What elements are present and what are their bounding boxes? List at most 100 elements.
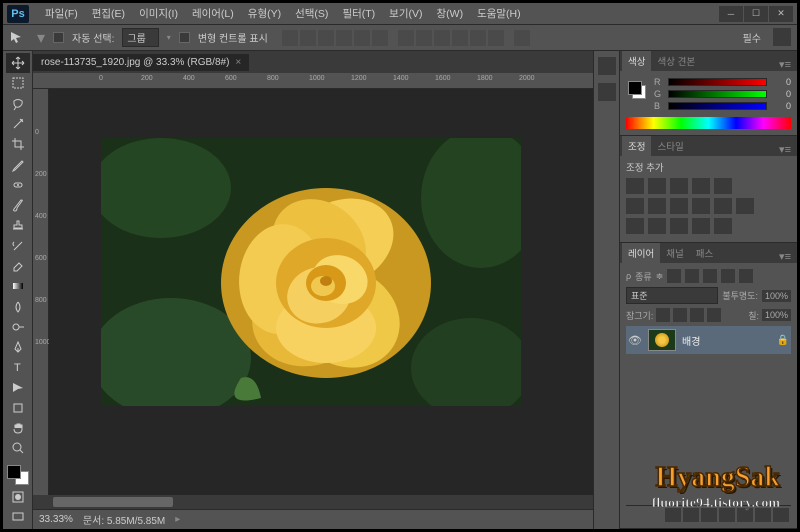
distribute-icon[interactable]	[398, 30, 414, 46]
hue-strip[interactable]	[626, 117, 791, 129]
autoselect-dropdown[interactable]: 그룹	[122, 28, 158, 47]
layers-tab[interactable]: 레이어	[622, 243, 660, 263]
filter-adj-icon[interactable]	[685, 269, 699, 283]
layer-row[interactable]: 👁 배경 🔒	[626, 326, 791, 354]
vibrance-icon[interactable]	[714, 178, 732, 194]
posterize-icon[interactable]	[648, 218, 666, 234]
menu-file[interactable]: 파일(F)	[39, 4, 84, 23]
new-layer-icon[interactable]	[755, 508, 771, 522]
invert-icon[interactable]	[626, 218, 644, 234]
green-slider[interactable]	[668, 90, 767, 98]
menu-window[interactable]: 창(W)	[431, 4, 470, 23]
close-tab-icon[interactable]: ×	[235, 57, 241, 68]
dodge-tool[interactable]	[6, 317, 30, 337]
blur-tool[interactable]	[6, 296, 30, 316]
colorbalance-icon[interactable]	[648, 198, 666, 214]
distribute-icon[interactable]	[416, 30, 432, 46]
red-slider[interactable]	[668, 78, 767, 86]
panel-menu-icon[interactable]: ▾≡	[775, 250, 795, 263]
mixer-icon[interactable]	[714, 198, 732, 214]
zoom-level[interactable]: 33.33%	[39, 514, 73, 525]
lookup-icon[interactable]	[736, 198, 754, 214]
align-icon[interactable]	[336, 30, 352, 46]
gradient-map-icon[interactable]	[692, 218, 710, 234]
exposure-icon[interactable]	[692, 178, 710, 194]
foreground-color[interactable]	[7, 465, 21, 479]
lock-position-icon[interactable]	[690, 308, 704, 322]
history-brush-tool[interactable]	[6, 236, 30, 256]
gradient-tool[interactable]	[6, 276, 30, 296]
menu-type[interactable]: 유형(Y)	[242, 4, 287, 23]
levels-icon[interactable]	[648, 178, 666, 194]
history-panel-icon[interactable]	[598, 57, 616, 75]
layer-name[interactable]: 배경	[682, 333, 771, 348]
workspace-dropdown[interactable]: 필수	[735, 28, 769, 47]
opacity-input[interactable]: 100%	[762, 290, 791, 302]
swatches-tab[interactable]: 색상 견본	[651, 51, 701, 71]
panel-menu-icon[interactable]: ▾≡	[775, 58, 795, 71]
properties-panel-icon[interactable]	[598, 83, 616, 101]
stamp-tool[interactable]	[6, 215, 30, 235]
move-tool[interactable]	[6, 53, 30, 73]
filter-smart-icon[interactable]	[739, 269, 753, 283]
align-icon[interactable]	[354, 30, 370, 46]
align-icon[interactable]	[318, 30, 334, 46]
lock-transparent-icon[interactable]	[656, 308, 670, 322]
eyedropper-tool[interactable]	[6, 154, 30, 174]
channels-tab[interactable]: 채널	[660, 243, 689, 263]
bw-icon[interactable]	[670, 198, 688, 214]
fx-icon[interactable]	[683, 508, 699, 522]
menu-image[interactable]: 이미지(I)	[133, 4, 184, 23]
screenmode-button[interactable]	[6, 507, 30, 527]
heal-tool[interactable]	[6, 175, 30, 195]
hand-tool[interactable]	[6, 418, 30, 438]
color-swatches[interactable]	[5, 463, 31, 487]
marquee-tool[interactable]	[6, 73, 30, 93]
document-tab[interactable]: rose-113735_1920.jpg @ 33.3% (RGB/8#) ×	[33, 54, 249, 71]
trash-icon[interactable]	[773, 508, 789, 522]
arrange-icon[interactable]	[514, 30, 530, 46]
layer-thumbnail[interactable]	[648, 329, 676, 351]
link-layers-icon[interactable]	[665, 508, 681, 522]
filter-type-icon[interactable]	[703, 269, 717, 283]
menu-select[interactable]: 선택(S)	[289, 4, 334, 23]
lock-all-icon[interactable]	[707, 308, 721, 322]
panel-menu-icon[interactable]: ▾≡	[775, 143, 795, 156]
align-icon[interactable]	[282, 30, 298, 46]
panel-fg-color[interactable]	[628, 81, 642, 95]
align-icon[interactable]	[372, 30, 388, 46]
threshold-icon[interactable]	[670, 218, 688, 234]
shape-tool[interactable]	[6, 398, 30, 418]
horizontal-scrollbar[interactable]	[33, 495, 593, 509]
filter-pixel-icon[interactable]	[667, 269, 681, 283]
autoselect-checkbox[interactable]	[53, 32, 64, 43]
brightness-icon[interactable]	[626, 178, 644, 194]
canvas-viewport[interactable]	[49, 89, 593, 495]
paths-tab[interactable]: 패스	[690, 243, 719, 263]
transform-controls-checkbox[interactable]	[179, 32, 190, 43]
menu-help[interactable]: 도움말(H)	[471, 4, 527, 23]
distribute-icon[interactable]	[488, 30, 504, 46]
distribute-icon[interactable]	[470, 30, 486, 46]
styles-tab[interactable]: 스타일	[651, 136, 689, 156]
eraser-tool[interactable]	[6, 256, 30, 276]
crop-tool[interactable]	[6, 134, 30, 154]
filter-shape-icon[interactable]	[721, 269, 735, 283]
visibility-toggle[interactable]: 👁	[628, 333, 642, 347]
wand-tool[interactable]	[6, 114, 30, 134]
type-tool[interactable]: T	[6, 357, 30, 377]
quickmask-button[interactable]	[6, 487, 30, 507]
minimize-button[interactable]: ─	[719, 6, 743, 22]
blue-slider[interactable]	[668, 102, 767, 110]
group-icon[interactable]	[737, 508, 753, 522]
selective-icon[interactable]	[714, 218, 732, 234]
curves-icon[interactable]	[670, 178, 688, 194]
lock-pixel-icon[interactable]	[673, 308, 687, 322]
adjustments-tab[interactable]: 조정	[622, 136, 651, 156]
color-tab[interactable]: 색상	[622, 51, 651, 71]
menu-filter[interactable]: 필터(T)	[336, 4, 381, 23]
lasso-tool[interactable]	[6, 94, 30, 114]
photo-filter-icon[interactable]	[692, 198, 710, 214]
menu-layer[interactable]: 레이어(L)	[186, 4, 240, 23]
close-button[interactable]: ✕	[769, 6, 793, 22]
